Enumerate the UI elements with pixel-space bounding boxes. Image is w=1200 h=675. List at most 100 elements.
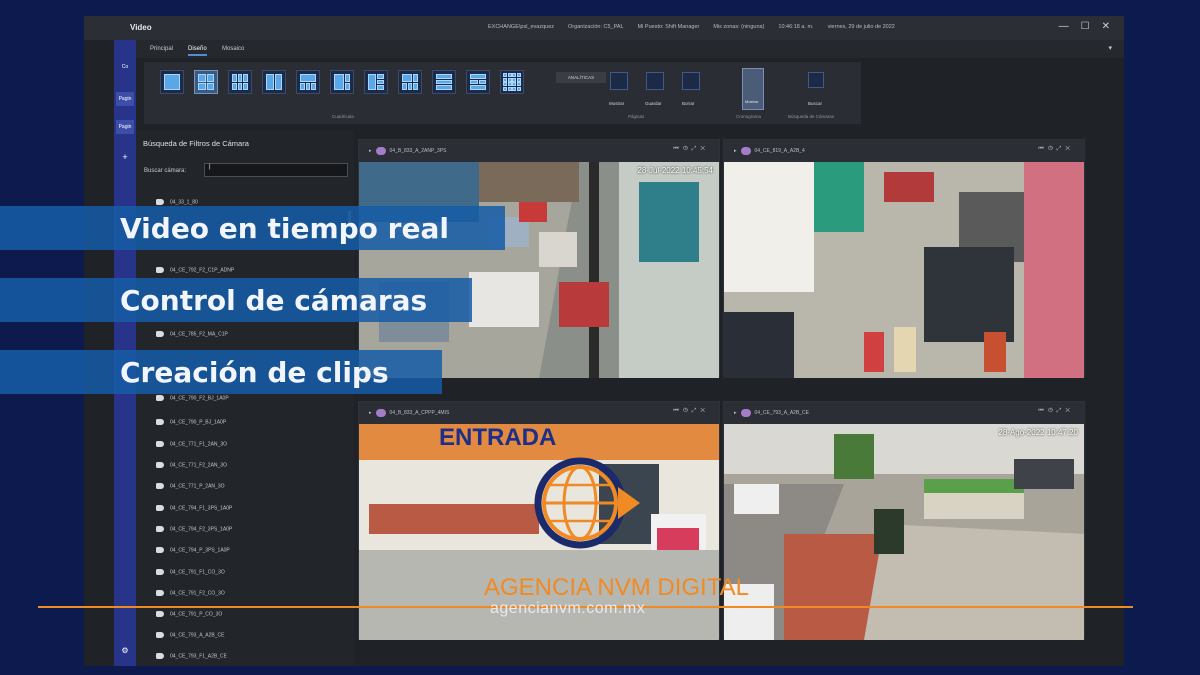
save-page-label: Guardar xyxy=(645,101,662,106)
camera-icon xyxy=(156,395,164,401)
settings-icon[interactable]: ⚙ xyxy=(116,644,134,658)
tile-controls[interactable]: ⏮◷⤢✕ xyxy=(1038,146,1074,153)
add-page-icon[interactable]: + xyxy=(116,150,134,164)
camera-search-input[interactable]: | xyxy=(204,163,348,177)
user-name[interactable]: EXCHANGE\psl_evazquez xyxy=(488,24,554,30)
camera-status-icon xyxy=(740,409,751,417)
camera-list-item[interactable]: 04_CE_771_P_2AN_3O xyxy=(156,483,225,489)
camera-search-button[interactable] xyxy=(808,72,824,88)
camera-list-item[interactable]: 04_CE_785_F2_MA_C1P xyxy=(156,331,228,337)
camera-list-item[interactable]: 04_CE_794_F2_3PS_1A0P xyxy=(156,526,232,532)
position-label: Mi Puesto: Shift Manager xyxy=(637,24,700,30)
video-tile-1[interactable]: ▸ 04_B_833_A_2ANP_3PS ⏮◷⤢✕ 28-Jul-2022 1… xyxy=(358,139,720,378)
tab-mosaico[interactable]: Mosaico xyxy=(222,46,244,52)
camera-icon xyxy=(156,547,164,553)
camera-list-item[interactable]: 04_CE_794_F1_3PS_1A0P xyxy=(156,505,232,511)
video-feed[interactable] xyxy=(724,162,1084,378)
camera-icon xyxy=(156,590,164,596)
agency-url: agencianvm.com.mx xyxy=(490,600,646,617)
show-page-button[interactable] xyxy=(610,72,628,90)
camera-list-item[interactable]: 04_CE_792_F2_C1P_ADNP xyxy=(156,267,234,273)
camera-list-item-label: 04_CE_771_F1_2AN_3O xyxy=(170,441,227,448)
camera-icon xyxy=(156,505,164,511)
show-page-label: Mostrar xyxy=(609,101,625,106)
title-bar: Video EXCHANGE\psl_evazquez Organización… xyxy=(84,16,1124,40)
tile-controls[interactable]: ⏮◷⤢✕ xyxy=(1038,408,1074,415)
camera-icon xyxy=(156,199,164,205)
camera-list-item[interactable]: 04_CE_771_F2_2AN_3O xyxy=(156,462,227,468)
layout-1x1-button[interactable] xyxy=(160,70,184,94)
filter-panel-title: Búsqueda de Filtros de Cámara xyxy=(143,139,249,148)
camera-status-icon xyxy=(375,409,386,417)
video-feed[interactable] xyxy=(359,162,719,378)
video-tile-camera-name: 04_B_833_A_2ANP_3PS xyxy=(389,148,447,154)
camera-icon xyxy=(156,611,164,617)
rail-item-page-1[interactable]: Pagin xyxy=(116,92,134,106)
agency-name: AGENCIA NVM DIGITAL xyxy=(484,574,749,601)
camera-list-item-label: 04_CE_790_P_BJ_1A0P xyxy=(170,419,227,426)
video-tile-header: ▸ 04_B_833_A_2ANP_3PS ⏮◷⤢✕ xyxy=(359,140,719,162)
camera-list-item[interactable]: 04_CE_791_F2_CO_3O xyxy=(156,590,225,596)
camera-icon xyxy=(156,419,164,425)
close-button[interactable]: ✕ xyxy=(1102,21,1110,32)
tab-principal[interactable]: Principal xyxy=(150,46,173,52)
layout-1plus2-button[interactable] xyxy=(330,70,354,94)
video-tile-camera-name: 04_B_833_A_CPPP_4MIS xyxy=(389,410,450,416)
layout-4x4-button[interactable] xyxy=(500,70,524,94)
cronograma-button[interactable]: Mostrar xyxy=(742,68,764,110)
maximize-button[interactable]: ☐ xyxy=(1081,21,1090,32)
street-scene-1 xyxy=(359,162,719,378)
window-controls: — ☐ ✕ xyxy=(1059,21,1110,32)
layout-2x1-button[interactable] xyxy=(262,70,286,94)
layout-1plus5-button[interactable] xyxy=(296,70,320,94)
camera-icon xyxy=(156,653,164,659)
camera-icon: ▸ xyxy=(734,410,737,416)
layout-mixed-button[interactable] xyxy=(398,70,422,94)
layout-3x2-button[interactable] xyxy=(228,70,252,94)
camera-list-item[interactable]: 04_CE_791_F1_CO_3O xyxy=(156,569,225,575)
analiticas-field[interactable]: ANALÍTICAS xyxy=(556,72,606,83)
camera-list-item-label: 04_CE_794_P_3PS_1A0P xyxy=(170,547,230,554)
search-label: Buscar cámara: xyxy=(144,168,187,174)
camera-list-item[interactable]: 04_CE_791_P_CO_3O xyxy=(156,611,222,617)
cronograma-button-label: Mostrar xyxy=(745,99,759,104)
layout-2x3-button[interactable] xyxy=(364,70,388,94)
camera-icon: ▸ xyxy=(369,148,372,154)
ribbon-tabs: Principal Diseño Mosaico ▾ xyxy=(136,40,1124,58)
camera-icon xyxy=(156,441,164,447)
video-tile-4[interactable]: ▸ 04_CE_793_A_A2B_CE ⏮◷⤢✕ 28-Ago-2022 10… xyxy=(723,401,1085,640)
rail-item-page-2[interactable]: Pagin xyxy=(116,120,134,134)
minimize-button[interactable]: — xyxy=(1059,21,1069,32)
video-tile-header: ▸ 04_CE_793_A_A2B_CE ⏮◷⤢✕ xyxy=(724,402,1084,424)
app-title: Video xyxy=(130,23,152,32)
layout-rows-button[interactable] xyxy=(466,70,490,94)
rail-item-co[interactable]: Co xyxy=(116,60,134,74)
tile-controls[interactable]: ⏮◷⤢✕ xyxy=(673,408,709,415)
camera-list-item[interactable]: 04_CE_790_F2_BJ_1A0P xyxy=(156,395,229,401)
camera-icon xyxy=(156,462,164,468)
camera-status-icon xyxy=(375,147,386,155)
layout-caption: Cuadrícula xyxy=(332,114,354,119)
tile-controls[interactable]: ⏮◷⤢✕ xyxy=(673,146,709,153)
layout-1x3-button[interactable] xyxy=(432,70,456,94)
tab-diseno[interactable]: Diseño xyxy=(188,46,207,56)
camera-list-item[interactable]: 04_CE_790_P_BJ_1A0P xyxy=(156,419,226,425)
pages-caption: Páginas xyxy=(628,114,645,119)
organization-label: Organización: C5_PAL xyxy=(568,24,624,30)
save-page-button[interactable] xyxy=(646,72,664,90)
camera-list-item-label: 04_CE_791_F1_CO_3O xyxy=(170,569,225,576)
chevron-down-icon[interactable]: ▾ xyxy=(1108,44,1112,52)
video-tile-header: ▸ 04_B_833_A_CPPP_4MIS ⏮◷⤢✕ xyxy=(359,402,719,424)
layout-2x2-button[interactable] xyxy=(194,70,218,94)
delete-page-button[interactable] xyxy=(682,72,700,90)
camera-list-item[interactable]: 04_CE_793_F1_A2B_CE xyxy=(156,653,227,659)
title-info: EXCHANGE\psl_evazquez Organización: C5_P… xyxy=(488,24,895,30)
camera-list-item[interactable]: 04_33_1_80 xyxy=(156,199,198,205)
camera-search-label: Buscar xyxy=(808,101,823,106)
video-tile-2[interactable]: ▸ 04_CE_819_A_A2B_4 ⏮◷⤢✕ xyxy=(723,139,1085,378)
camera-list-item-label: 04_CE_790_F2_BJ_1A0P xyxy=(170,395,229,402)
camera-icon xyxy=(156,267,164,273)
camera-list-item[interactable]: 04_CE_793_A_A2B_CE xyxy=(156,632,225,638)
camera-list-item[interactable]: 04_CE_794_P_3PS_1A0P xyxy=(156,547,230,553)
camera-list-item[interactable]: 04_CE_771_F1_2AN_3O xyxy=(156,441,227,447)
